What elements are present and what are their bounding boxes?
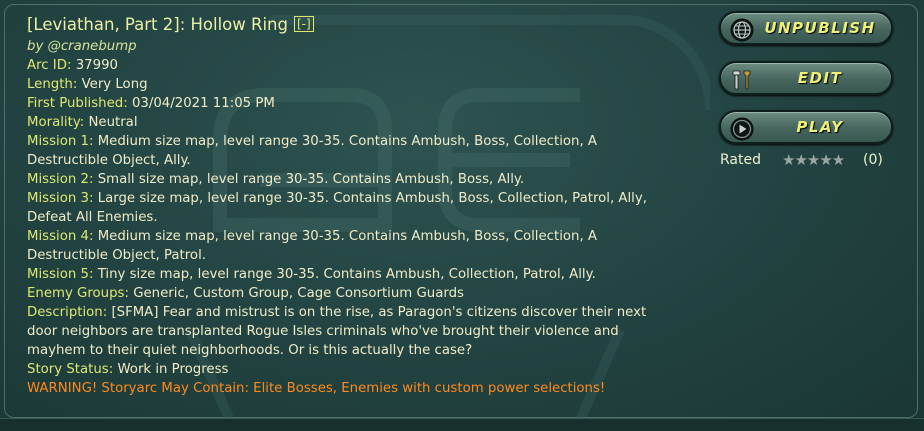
- play-label: PLAY: [796, 118, 844, 136]
- detail-value: 03/04/2021 11:05 PM: [131, 96, 275, 111]
- rating-row: Rated ★★★★★ (0): [720, 150, 900, 170]
- detail-value: Large size map, level range 30-35. Conta…: [27, 191, 647, 225]
- collapse-toggle[interactable]: [-]: [293, 16, 314, 32]
- detail-first-published: First Published: 03/04/2021 11:05 PM: [27, 94, 667, 113]
- detail-label: Length:: [27, 77, 82, 92]
- unpublish-button[interactable]: UNPUBLISH: [719, 11, 893, 45]
- detail-mission-3: Mission 3: Large size map, level range 3…: [27, 189, 667, 227]
- detail-description: Description: [SFMA] Fear and mistrust is…: [27, 303, 667, 360]
- play-icon: [730, 117, 754, 141]
- rating-stars[interactable]: ★★★★★: [782, 150, 845, 170]
- detail-label: First Published:: [27, 96, 132, 111]
- detail-mission-1: Mission 1: Medium size map, level range …: [27, 132, 667, 170]
- warning-label: WARNING! Storyarc May Contain:: [27, 381, 254, 396]
- detail-label: Mission 3:: [27, 191, 98, 206]
- globe-icon: [730, 18, 754, 42]
- tools-icon: [732, 70, 751, 90]
- detail-enemy-groups: Enemy Groups: Generic, Custom Group, Cag…: [27, 284, 667, 303]
- warning-row: WARNING! Storyarc May Contain: Elite Bos…: [27, 379, 667, 398]
- play-button[interactable]: PLAY: [719, 110, 893, 144]
- detail-value: Very Long: [81, 77, 148, 92]
- detail-label: Mission 5:: [27, 267, 98, 282]
- arc-title: [Leviathan, Part 2]: Hollow Ring: [27, 15, 288, 34]
- detail-story-status: Story Status: Work in Progress: [27, 360, 667, 379]
- detail-value: Tiny size map, level range 30-35. Contai…: [97, 267, 596, 282]
- edit-button[interactable]: EDIT: [719, 61, 893, 95]
- arc-author[interactable]: by @cranebump: [27, 37, 667, 56]
- detail-value: [SFMA] Fear and mistrust is on the rise,…: [27, 305, 647, 358]
- detail-label: Morality:: [27, 115, 89, 130]
- detail-morality: Morality: Neutral: [27, 113, 667, 132]
- edit-label: EDIT: [797, 69, 843, 87]
- arc-info: [Leviathan, Part 2]: Hollow Ring [-] by @…: [27, 12, 667, 398]
- detail-arc-id: Arc ID: 37990: [27, 56, 667, 75]
- detail-value: Work in Progress: [117, 362, 229, 377]
- detail-label: Description:: [27, 305, 112, 320]
- detail-value: Medium size map, level range 30-35. Cont…: [27, 229, 598, 263]
- detail-label: Mission 2:: [27, 172, 98, 187]
- mission-details-panel: [Leviathan, Part 2]: Hollow Ring [-] by @…: [0, 0, 924, 431]
- detail-mission-4: Mission 4: Medium size map, level range …: [27, 227, 667, 265]
- rating-count: (0): [863, 152, 883, 168]
- detail-value: Neutral: [88, 115, 138, 130]
- detail-label: Story Status:: [27, 362, 118, 377]
- detail-value: Generic, Custom Group, Cage Consortium G…: [133, 286, 464, 301]
- unpublish-label: UNPUBLISH: [764, 19, 876, 37]
- detail-label: Arc ID:: [27, 58, 76, 73]
- detail-mission-5: Mission 5: Tiny size map, level range 30…: [27, 265, 667, 284]
- bottom-border: [0, 418, 924, 431]
- rated-label: Rated: [720, 152, 761, 168]
- detail-label: Enemy Groups:: [27, 286, 134, 301]
- detail-value: Small size map, level range 30-35. Conta…: [97, 172, 525, 187]
- arc-title-row: [Leviathan, Part 2]: Hollow Ring [-]: [27, 12, 667, 39]
- detail-value: 37990: [75, 58, 118, 73]
- detail-length: Length: Very Long: [27, 75, 667, 94]
- warning-value: Elite Bosses, Enemies with custom power …: [253, 381, 606, 396]
- detail-mission-2: Mission 2: Small size map, level range 3…: [27, 170, 667, 189]
- detail-label: Mission 1:: [27, 134, 98, 149]
- detail-label: Mission 4:: [27, 229, 98, 244]
- detail-value: Medium size map, level range 30-35. Cont…: [27, 134, 598, 168]
